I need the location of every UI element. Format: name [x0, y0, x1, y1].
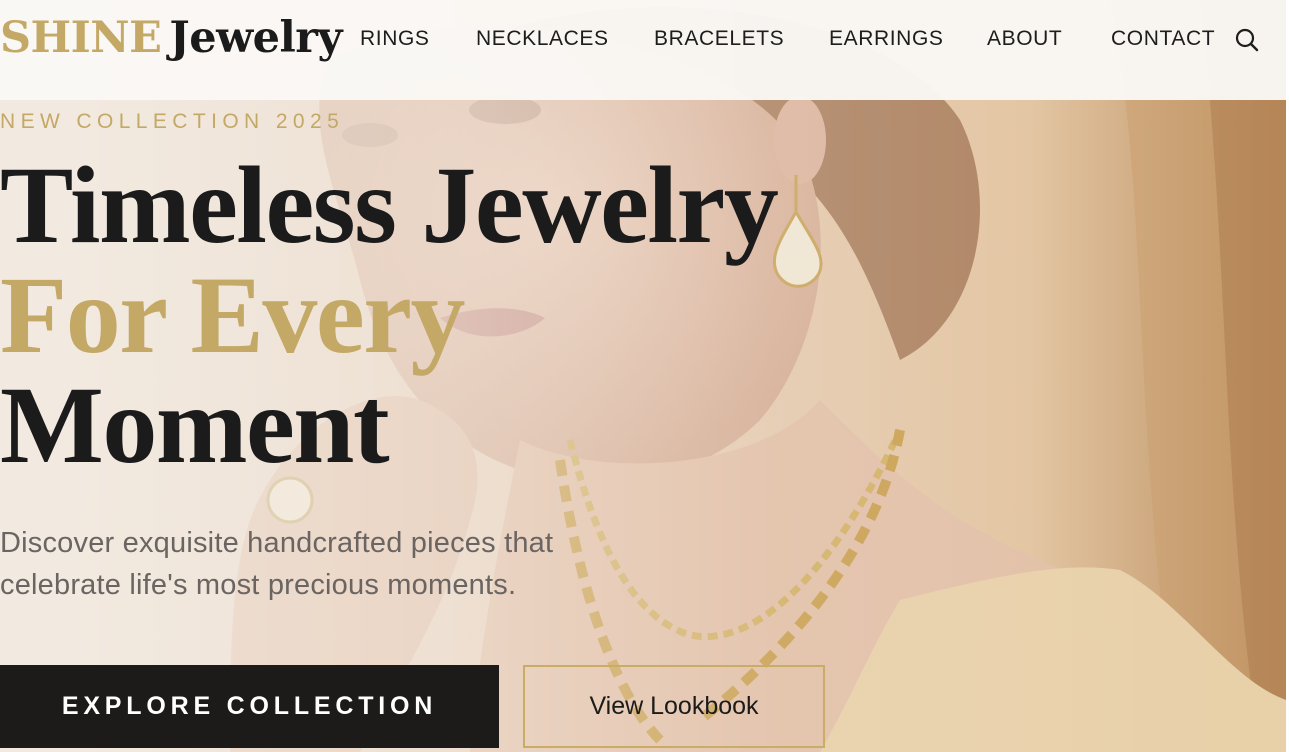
site-header: SHINE Jewelry RINGS NECKLACES BRACELETS E… [0, 0, 1286, 100]
nav-link-necklaces[interactable]: NECKLACES [476, 26, 609, 52]
nav-link-contact[interactable]: CONTACT [1111, 26, 1215, 52]
headline-line-2: For Every [0, 254, 466, 376]
hero-headline: Timeless Jewelry For Every Moment [0, 144, 779, 486]
nav-link-bracelets[interactable]: BRACELETS [654, 26, 784, 52]
headline-line-3: Moment [0, 364, 390, 486]
nav-link-earrings[interactable]: EARRINGS [829, 26, 944, 52]
explore-collection-button[interactable]: EXPLORE COLLECTION [0, 665, 499, 748]
nav-link-rings[interactable]: RINGS [360, 26, 430, 52]
search-icon [1235, 28, 1259, 52]
search-button[interactable] [1232, 26, 1262, 54]
nav-link-about[interactable]: ABOUT [987, 26, 1062, 52]
view-lookbook-button[interactable]: View Lookbook [523, 665, 825, 748]
main-nav: RINGS NECKLACES BRACELETS EARRINGS ABOUT… [0, 26, 1286, 52]
hero-subtitle: Discover exquisite handcrafted pieces th… [0, 527, 554, 601]
hero-eyebrow: NEW COLLECTION 2025 [0, 110, 345, 133]
headline-line-1: Timeless Jewelry [0, 144, 779, 266]
